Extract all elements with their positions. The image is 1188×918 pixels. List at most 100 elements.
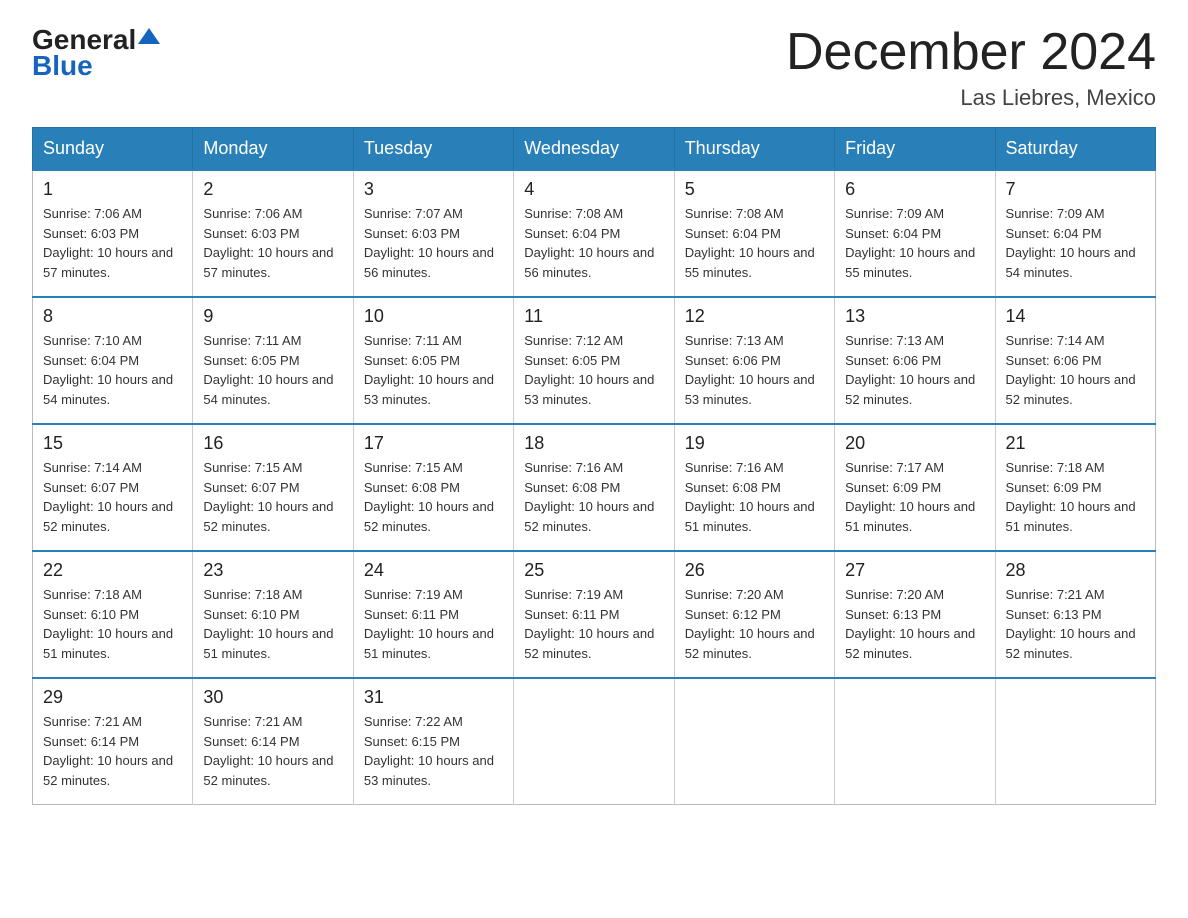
day-number: 16 [203, 433, 342, 454]
day-info: Sunrise: 7:18 AMSunset: 6:10 PMDaylight:… [43, 585, 182, 663]
header-tuesday: Tuesday [353, 128, 513, 171]
calendar-table: SundayMondayTuesdayWednesdayThursdayFrid… [32, 127, 1156, 805]
calendar-cell: 21 Sunrise: 7:18 AMSunset: 6:09 PMDayligh… [995, 424, 1155, 551]
calendar-cell: 5Sunrise: 7:08 AMSunset: 6:04 PMDaylight… [674, 170, 834, 297]
day-number: 31 [364, 687, 503, 708]
day-number: 13 [845, 306, 984, 327]
day-number: 2 [203, 179, 342, 200]
day-info: Sunrise: 7:16 AMSunset: 6:08 PMDaylight:… [685, 458, 824, 536]
day-info: Sunrise: 7:11 AMSunset: 6:05 PMDaylight:… [203, 331, 342, 409]
calendar-cell: 17 Sunrise: 7:15 AMSunset: 6:08 PMDayligh… [353, 424, 513, 551]
location-title: Las Liebres, Mexico [786, 85, 1156, 111]
day-info: Sunrise: 7:21 AMSunset: 6:14 PMDaylight:… [43, 712, 182, 790]
month-title: December 2024 [786, 24, 1156, 81]
day-number: 21 [1006, 433, 1145, 454]
calendar-cell: 8Sunrise: 7:10 AMSunset: 6:04 PMDaylight… [33, 297, 193, 424]
header-monday: Monday [193, 128, 353, 171]
day-number: 30 [203, 687, 342, 708]
day-info: Sunrise: 7:10 AMSunset: 6:04 PMDaylight:… [43, 331, 182, 409]
logo: General Blue [32, 24, 160, 82]
calendar-cell [514, 678, 674, 805]
calendar-cell [835, 678, 995, 805]
day-info: Sunrise: 7:19 AMSunset: 6:11 PMDaylight:… [364, 585, 503, 663]
day-number: 4 [524, 179, 663, 200]
day-number: 3 [364, 179, 503, 200]
day-info: Sunrise: 7:18 AMSunset: 6:10 PMDaylight:… [203, 585, 342, 663]
calendar-cell: 27Sunrise: 7:20 AMSunset: 6:13 PMDayligh… [835, 551, 995, 678]
day-number: 29 [43, 687, 182, 708]
day-info: Sunrise: 7:14 AMSunset: 6:06 PMDaylight:… [1006, 331, 1145, 409]
day-number: 11 [524, 306, 663, 327]
calendar-cell: 15 Sunrise: 7:14 AMSunset: 6:07 PMDayligh… [33, 424, 193, 551]
calendar-cell: 11Sunrise: 7:12 AMSunset: 6:05 PMDayligh… [514, 297, 674, 424]
calendar-cell: 16 Sunrise: 7:15 AMSunset: 6:07 PMDayligh… [193, 424, 353, 551]
day-number: 6 [845, 179, 984, 200]
day-info: Sunrise: 7:08 AMSunset: 6:04 PMDaylight:… [685, 204, 824, 282]
day-info: Sunrise: 7:21 AMSunset: 6:13 PMDaylight:… [1006, 585, 1145, 663]
calendar-cell: 2Sunrise: 7:06 AMSunset: 6:03 PMDaylight… [193, 170, 353, 297]
day-info: Sunrise: 7:18 AMSunset: 6:09 PMDaylight:… [1006, 458, 1145, 536]
day-info: Sunrise: 7:09 AMSunset: 6:04 PMDaylight:… [845, 204, 984, 282]
calendar-week-row: 1 Sunrise: 7:06 AMSunset: 6:03 PMDaylight… [33, 170, 1156, 297]
calendar-cell: 30 Sunrise: 7:21 AMSunset: 6:14 PMDayligh… [193, 678, 353, 805]
calendar-cell: 19 Sunrise: 7:16 AMSunset: 6:08 PMDayligh… [674, 424, 834, 551]
calendar-cell: 13Sunrise: 7:13 AMSunset: 6:06 PMDayligh… [835, 297, 995, 424]
day-info: Sunrise: 7:15 AMSunset: 6:07 PMDaylight:… [203, 458, 342, 536]
calendar-cell: 23 Sunrise: 7:18 AMSunset: 6:10 PMDayligh… [193, 551, 353, 678]
day-info: Sunrise: 7:22 AMSunset: 6:15 PMDaylight:… [364, 712, 503, 790]
day-number: 23 [203, 560, 342, 581]
calendar-cell: 9 Sunrise: 7:11 AMSunset: 6:05 PMDaylight… [193, 297, 353, 424]
calendar-week-row: 15 Sunrise: 7:14 AMSunset: 6:07 PMDayligh… [33, 424, 1156, 551]
day-info: Sunrise: 7:16 AMSunset: 6:08 PMDaylight:… [524, 458, 663, 536]
day-info: Sunrise: 7:09 AMSunset: 6:04 PMDaylight:… [1006, 204, 1145, 282]
page-header: General Blue December 2024 Las Liebres, … [32, 24, 1156, 111]
calendar-cell: 28Sunrise: 7:21 AMSunset: 6:13 PMDayligh… [995, 551, 1155, 678]
calendar-cell: 24Sunrise: 7:19 AMSunset: 6:11 PMDayligh… [353, 551, 513, 678]
header-saturday: Saturday [995, 128, 1155, 171]
header-wednesday: Wednesday [514, 128, 674, 171]
calendar-cell: 31 Sunrise: 7:22 AMSunset: 6:15 PMDayligh… [353, 678, 513, 805]
day-number: 17 [364, 433, 503, 454]
calendar-cell: 25 Sunrise: 7:19 AMSunset: 6:11 PMDayligh… [514, 551, 674, 678]
title-block: December 2024 Las Liebres, Mexico [786, 24, 1156, 111]
day-number: 1 [43, 179, 182, 200]
day-info: Sunrise: 7:20 AMSunset: 6:12 PMDaylight:… [685, 585, 824, 663]
calendar-cell: 6 Sunrise: 7:09 AMSunset: 6:04 PMDaylight… [835, 170, 995, 297]
calendar-cell: 3Sunrise: 7:07 AMSunset: 6:03 PMDaylight… [353, 170, 513, 297]
day-info: Sunrise: 7:20 AMSunset: 6:13 PMDaylight:… [845, 585, 984, 663]
calendar-cell: 20 Sunrise: 7:17 AMSunset: 6:09 PMDayligh… [835, 424, 995, 551]
calendar-cell: 10Sunrise: 7:11 AMSunset: 6:05 PMDayligh… [353, 297, 513, 424]
day-info: Sunrise: 7:15 AMSunset: 6:08 PMDaylight:… [364, 458, 503, 536]
day-info: Sunrise: 7:21 AMSunset: 6:14 PMDaylight:… [203, 712, 342, 790]
day-info: Sunrise: 7:14 AMSunset: 6:07 PMDaylight:… [43, 458, 182, 536]
calendar-week-row: 22 Sunrise: 7:18 AMSunset: 6:10 PMDayligh… [33, 551, 1156, 678]
calendar-cell: 7 Sunrise: 7:09 AMSunset: 6:04 PMDaylight… [995, 170, 1155, 297]
calendar-cell: 12 Sunrise: 7:13 AMSunset: 6:06 PMDayligh… [674, 297, 834, 424]
day-info: Sunrise: 7:08 AMSunset: 6:04 PMDaylight:… [524, 204, 663, 282]
day-info: Sunrise: 7:19 AMSunset: 6:11 PMDaylight:… [524, 585, 663, 663]
header-sunday: Sunday [33, 128, 193, 171]
day-number: 14 [1006, 306, 1145, 327]
day-number: 19 [685, 433, 824, 454]
day-number: 12 [685, 306, 824, 327]
day-info: Sunrise: 7:13 AMSunset: 6:06 PMDaylight:… [685, 331, 824, 409]
day-info: Sunrise: 7:17 AMSunset: 6:09 PMDaylight:… [845, 458, 984, 536]
calendar-cell: 1 Sunrise: 7:06 AMSunset: 6:03 PMDaylight… [33, 170, 193, 297]
day-number: 7 [1006, 179, 1145, 200]
calendar-cell: 14 Sunrise: 7:14 AMSunset: 6:06 PMDayligh… [995, 297, 1155, 424]
day-number: 22 [43, 560, 182, 581]
day-number: 15 [43, 433, 182, 454]
day-number: 25 [524, 560, 663, 581]
calendar-week-row: 8Sunrise: 7:10 AMSunset: 6:04 PMDaylight… [33, 297, 1156, 424]
header-thursday: Thursday [674, 128, 834, 171]
calendar-cell: 18Sunrise: 7:16 AMSunset: 6:08 PMDayligh… [514, 424, 674, 551]
logo-triangle-icon [138, 26, 160, 48]
day-number: 9 [203, 306, 342, 327]
calendar-cell: 22 Sunrise: 7:18 AMSunset: 6:10 PMDayligh… [33, 551, 193, 678]
logo-blue-text: Blue [32, 50, 93, 82]
day-info: Sunrise: 7:11 AMSunset: 6:05 PMDaylight:… [364, 331, 503, 409]
day-number: 20 [845, 433, 984, 454]
header-friday: Friday [835, 128, 995, 171]
day-info: Sunrise: 7:06 AMSunset: 6:03 PMDaylight:… [43, 204, 182, 282]
day-number: 26 [685, 560, 824, 581]
